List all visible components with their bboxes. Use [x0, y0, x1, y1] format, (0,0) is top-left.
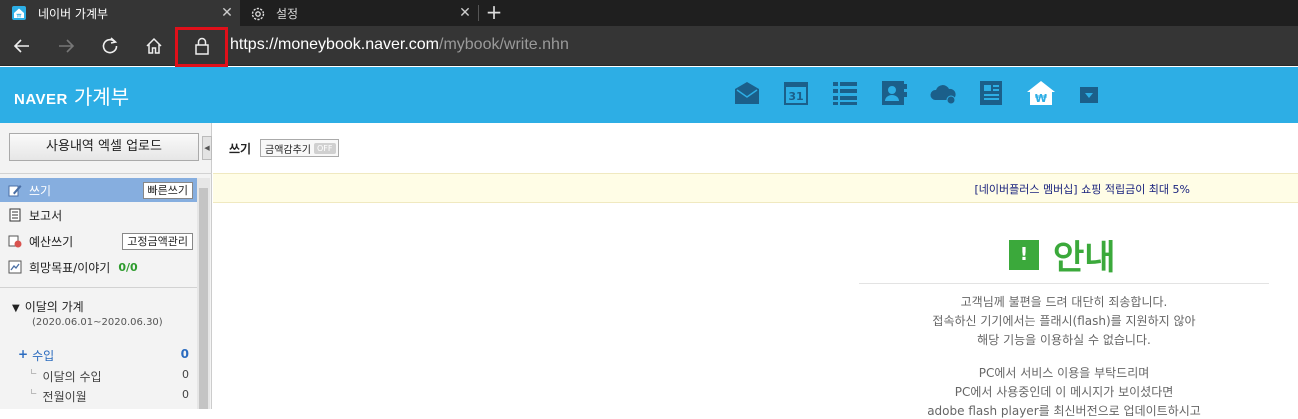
notice-heading: ! 안내 — [1009, 230, 1116, 279]
notice-message-line: 접속하신 기기에서는 플래시(flash)를 지원하지 않아 — [932, 314, 1196, 328]
carryover-label: 전월이월 — [42, 390, 87, 404]
income-row[interactable]: + 수입 0 — [18, 347, 197, 364]
calendar-day: 31 — [788, 90, 803, 103]
mail-icon[interactable] — [733, 79, 761, 107]
tab-naver-moneybook[interactable]: ₩ 네이버 가계부 ✕ — [0, 0, 240, 26]
browser-tab-strip: ₩ 네이버 가계부 ✕ 설정 ✕ + — [0, 0, 1298, 26]
sidebar-item-report[interactable]: 보고서 — [0, 203, 197, 227]
sidebar-item-label: 예산쓰기 — [29, 234, 74, 249]
toggle-label: 금액감추기 — [265, 144, 311, 156]
clipboard-icon — [9, 208, 21, 222]
sidebar: 사용내역 엑셀 업로드 ◀ 쓰기 빠른쓰기 보고서 예산쓰기 고정금액관리 희망… — [0, 123, 212, 409]
calendar-icon[interactable]: 31 — [782, 79, 810, 107]
monthly-income-row: ∟ 이달의 수입 0 — [30, 368, 197, 385]
monthly-income-label: 이달의 수입 — [42, 370, 102, 384]
sidebar-item-label: 희망목표/이야기 — [29, 260, 111, 275]
month-summary-title[interactable]: ▼ 이달의 가계 — [12, 298, 84, 315]
refresh-icon[interactable] — [98, 34, 122, 58]
notice-message-line: adobe flash player를 최신버전으로 업데이트하시고 — [927, 404, 1201, 418]
main-content: 쓰기 금액감추기 OFF [네이버플러스 멤버십] 쇼핑 적립금이 최대 5% … — [213, 123, 1298, 418]
divider — [0, 287, 197, 288]
divider — [859, 283, 1269, 284]
promo-banner-text[interactable]: [네이버플러스 멤버십] 쇼핑 적립금이 최대 5% — [974, 181, 1190, 197]
new-tab-button[interactable]: + — [482, 0, 506, 26]
tab-title: 설정 — [276, 6, 299, 21]
monthly-income-value: 0 — [182, 368, 189, 381]
home-won-icon[interactable]: ₩ — [1026, 79, 1055, 107]
moneybook-header: NAVER 가계부 31 ₩ — [0, 67, 1298, 123]
gear-icon — [250, 6, 265, 21]
film-icon[interactable] — [978, 79, 1006, 107]
sidebar-collapse-toggle[interactable]: ◀ — [202, 136, 212, 160]
notice-message-line: 해당 기능을 이용하실 수 없습니다. — [977, 333, 1151, 347]
page-title: 쓰기 — [229, 142, 252, 156]
address-bar[interactable]: https://moneybook.naver.com/mybook/write… — [230, 36, 569, 54]
excel-upload-button[interactable]: 사용내역 엑셀 업로드 — [9, 133, 199, 161]
chart-icon — [8, 260, 22, 274]
sidebar-item-write[interactable]: 쓰기 빠른쓰기 — [0, 178, 197, 202]
dropdown-icon[interactable] — [1080, 87, 1098, 103]
back-arrow-icon[interactable] — [10, 34, 34, 58]
notice-title: 안내 — [1053, 238, 1116, 278]
sub-item-icon: ∟ — [30, 368, 38, 378]
contact-icon[interactable] — [880, 79, 908, 107]
tab-settings[interactable]: 설정 ✕ — [240, 0, 478, 26]
carryover-row: ∟ 전월이월 0 — [30, 388, 197, 405]
month-title-text: 이달의 가계 — [24, 300, 84, 314]
goal-count: 0/0 — [118, 260, 138, 274]
cloud-icon[interactable] — [929, 79, 957, 107]
home-icon[interactable] — [142, 34, 166, 58]
sidebar-item-label: 보고서 — [29, 208, 63, 223]
budget-icon — [8, 235, 22, 248]
sidebar-scrollbar[interactable] — [197, 178, 210, 409]
url-path: /mybook/write.nhn — [439, 36, 569, 53]
naver-brand: NAVER — [14, 91, 68, 108]
hide-amount-toggle[interactable]: 금액감추기 OFF — [260, 139, 339, 157]
plus-icon: + — [18, 347, 29, 361]
month-range: (2020.06.01~2020.06.30) — [32, 317, 163, 328]
alert-icon: ! — [1009, 239, 1039, 270]
fixed-amount-button[interactable]: 고정금액관리 — [122, 232, 193, 250]
svg-text:₩: ₩ — [17, 14, 22, 20]
home-won-symbol: ₩ — [1035, 92, 1047, 105]
notice-message-line: PC에서 서비스 이용을 부탁드리며 — [978, 366, 1150, 380]
lock-icon[interactable] — [193, 36, 211, 59]
triangle-down-icon: ▼ — [12, 303, 20, 314]
notice-message-line: 고객님께 불편을 드려 대단히 죄송합니다. — [960, 295, 1168, 309]
income-value: 0 — [180, 347, 189, 361]
moneybook-logo[interactable]: NAVER 가계부 — [14, 81, 129, 110]
list-icon[interactable] — [831, 79, 859, 107]
product-name: 가계부 — [73, 85, 130, 109]
tab-separator — [478, 5, 479, 21]
pencil-icon — [8, 185, 22, 197]
sidebar-item-label: 쓰기 — [29, 183, 52, 198]
income-label: 수입 — [32, 349, 55, 363]
lock-highlight[interactable] — [175, 27, 228, 67]
toggle-state: OFF — [314, 142, 336, 154]
naver-moneybook-favicon-icon: ₩ — [12, 6, 26, 20]
divider — [0, 173, 212, 174]
url-host: https://moneybook.naver.com — [230, 36, 439, 53]
sidebar-item-budget[interactable]: 예산쓰기 고정금액관리 — [0, 229, 197, 253]
carryover-value: 0 — [182, 388, 189, 401]
promo-banner[interactable]: [네이버플러스 멤버십] 쇼핑 적립금이 최대 5% — [213, 173, 1298, 203]
browser-toolbar: https://moneybook.naver.com/mybook/write… — [0, 26, 1298, 67]
tab-title: 네이버 가계부 — [38, 6, 109, 21]
sub-item-icon: ∟ — [30, 388, 38, 398]
quick-write-button[interactable]: 빠른쓰기 — [142, 181, 193, 199]
close-icon[interactable]: ✕ — [452, 5, 478, 21]
forward-arrow-icon[interactable] — [54, 34, 78, 58]
close-icon[interactable]: ✕ — [214, 5, 240, 21]
scrollbar-thumb[interactable] — [199, 188, 208, 409]
sidebar-item-goals[interactable]: 희망목표/이야기 0/0 — [0, 255, 197, 279]
notice-message-line: PC에서 사용중인데 이 메시지가 보이셨다면 — [954, 385, 1174, 399]
